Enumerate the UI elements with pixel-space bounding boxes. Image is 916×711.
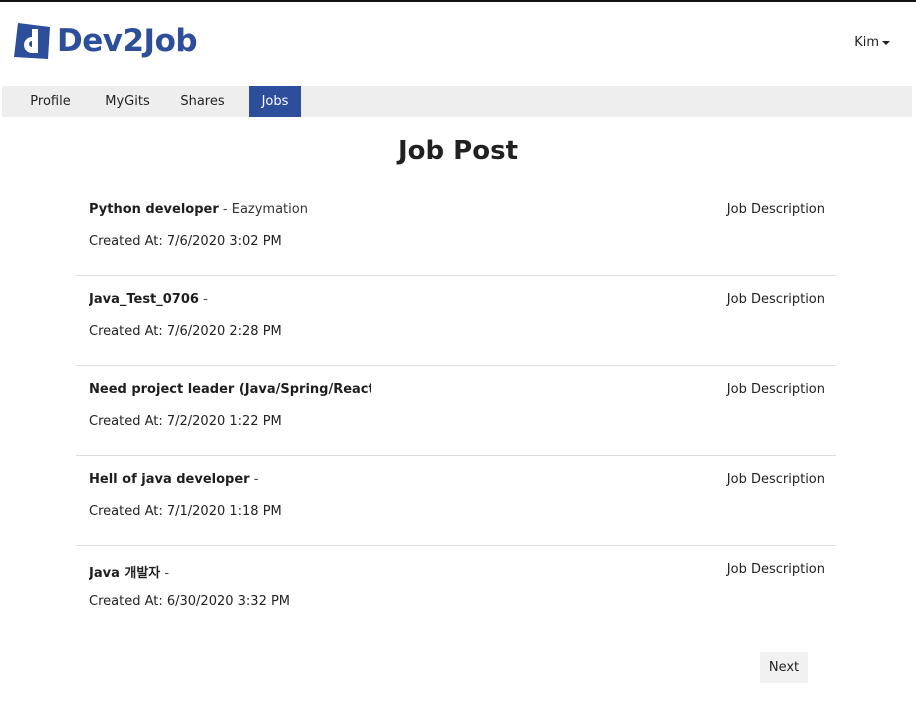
job-separator: - <box>160 566 170 581</box>
job-heading: Hell of java developer - <box>89 472 258 487</box>
nav-tabs: Profile MyGits Shares Jobs <box>2 86 912 117</box>
job-description-link[interactable]: Job Description <box>727 202 825 217</box>
job-created-at: Created At: 7/1/2020 1:18 PM <box>89 504 282 519</box>
job-list-item: Java 개발자 - Created At: 6/30/2020 3:32 PM… <box>76 546 836 636</box>
job-list-item: Python developer - Eazymation Created At… <box>76 186 836 276</box>
user-menu-dropdown[interactable]: Kim <box>854 35 890 50</box>
caret-down-icon <box>882 40 890 45</box>
job-created-at: Created At: 7/6/2020 2:28 PM <box>89 324 282 339</box>
header: Dev2Job Kim <box>0 2 916 86</box>
tab-profile[interactable]: Profile <box>2 86 99 117</box>
user-name: Kim <box>854 35 879 50</box>
job-created-at: Created At: 6/30/2020 3:32 PM <box>89 594 291 609</box>
job-company: Eazymation <box>231 202 308 217</box>
job-list-item: Need project leader (Java/Spring/ReactJs… <box>76 366 836 456</box>
job-created-at: Created At: 7/6/2020 3:02 PM <box>89 234 282 249</box>
job-heading: Need project leader (Java/Spring/ReactJs… <box>89 382 371 397</box>
job-separator: - <box>218 202 232 217</box>
job-separator: - <box>198 292 208 307</box>
tab-jobs[interactable]: Jobs <box>249 86 301 117</box>
job-title[interactable]: Java_Test_0706 <box>89 292 199 307</box>
dev2job-logo-icon <box>14 23 50 59</box>
page-title: Job Post <box>397 136 519 166</box>
next-page-button[interactable]: Next <box>760 652 808 683</box>
job-title[interactable]: Need project leader (Java/Spring/ReactJs… <box>89 382 371 397</box>
job-description-link[interactable]: Job Description <box>727 382 825 397</box>
job-title[interactable]: Python developer <box>89 202 219 217</box>
job-list-item: Java_Test_0706 - Created At: 7/6/2020 2:… <box>76 276 836 366</box>
job-list: Python developer - Eazymation Created At… <box>76 186 836 636</box>
tab-shares[interactable]: Shares <box>156 86 249 117</box>
job-description-link[interactable]: Job Description <box>727 562 825 577</box>
job-title[interactable]: Java 개발자 <box>89 566 160 581</box>
brand-name: Dev2Job <box>57 22 198 59</box>
job-title[interactable]: Hell of java developer <box>89 472 250 487</box>
tab-mygits[interactable]: MyGits <box>99 86 156 117</box>
job-description-link[interactable]: Job Description <box>727 472 825 487</box>
brand-logo[interactable]: Dev2Job <box>12 19 198 63</box>
job-created-at: Created At: 7/2/2020 1:22 PM <box>89 414 282 429</box>
job-heading: Java 개발자 - <box>89 562 169 581</box>
job-description-link[interactable]: Job Description <box>727 292 825 307</box>
job-list-item: Hell of java developer - Created At: 7/1… <box>76 456 836 546</box>
job-heading: Java_Test_0706 - <box>89 292 208 307</box>
job-heading: Python developer - Eazymation <box>89 202 308 217</box>
job-separator: - <box>249 472 259 487</box>
